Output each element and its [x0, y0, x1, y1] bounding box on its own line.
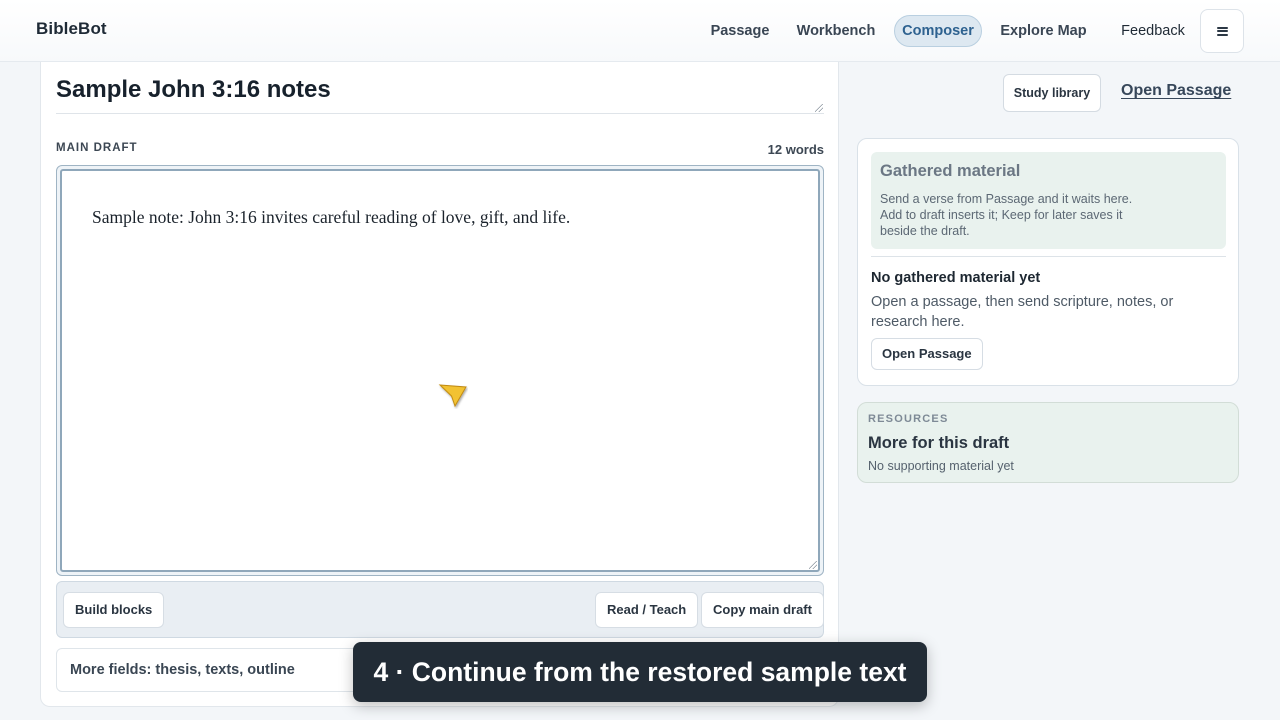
nav-feedback[interactable]: Feedback	[1114, 15, 1192, 47]
nav-explore-map[interactable]: Explore Map	[995, 15, 1092, 47]
build-blocks-button[interactable]: Build blocks	[63, 592, 165, 628]
nav-passage[interactable]: Passage	[703, 15, 777, 47]
draft-action-bar: Build blocks Read / Teach Copy main draf…	[56, 581, 824, 638]
main-draft-editor-frame: Sample note: John 3:16 invites careful r…	[56, 165, 824, 576]
nav-composer[interactable]: Composer	[894, 15, 982, 47]
tutorial-step-caption: 4 · Continue from the restored sample te…	[353, 642, 927, 702]
draft-resize-handle[interactable]	[809, 561, 817, 569]
top-navigation-bar: BibleBot Passage Workbench Composer Expl…	[0, 0, 1280, 62]
nav-workbench[interactable]: Workbench	[790, 15, 882, 47]
study-library-button[interactable]: Study library	[1003, 74, 1101, 112]
empty-state-description: Open a passage, then send scripture, not…	[871, 294, 1174, 330]
pointer-cursor-icon	[438, 384, 467, 408]
empty-state-title: No gathered material yet	[871, 270, 1041, 286]
draft-text: Sample note: John 3:16 invites careful r…	[92, 207, 571, 227]
main-draft-label: MAIN DRAFT	[56, 142, 138, 154]
gathered-material-title: Gathered material	[880, 162, 1021, 180]
main-draft-textarea[interactable]: Sample note: John 3:16 invites careful r…	[60, 169, 820, 572]
draft-title-input[interactable]: Sample John 3:16 notes	[56, 72, 824, 114]
gathered-material-panel: Gathered material Send a verse from Pass…	[857, 138, 1239, 386]
menu-button[interactable]	[1200, 9, 1244, 53]
resources-subtitle: No supporting material yet	[868, 459, 1014, 473]
divider	[871, 256, 1226, 257]
title-resize-handle[interactable]	[815, 104, 824, 113]
resources-panel: RESOURCES More for this draft No support…	[857, 402, 1239, 483]
gathered-material-description: Send a verse from Passage and it waits h…	[880, 192, 1133, 238]
read-teach-button[interactable]: Read / Teach	[595, 592, 699, 628]
hamburger-icon	[1216, 26, 1228, 36]
resources-title: More for this draft	[868, 434, 1010, 452]
open-passage-button[interactable]: Open Passage	[871, 338, 983, 370]
word-count: 12 words	[767, 142, 824, 157]
app-brand[interactable]: BibleBot	[36, 19, 107, 39]
open-passage-link[interactable]: Open Passage	[1121, 82, 1231, 100]
copy-main-draft-button[interactable]: Copy main draft	[701, 592, 824, 628]
resources-label: RESOURCES	[868, 413, 949, 425]
gathered-material-header: Gathered material Send a verse from Pass…	[871, 152, 1226, 249]
